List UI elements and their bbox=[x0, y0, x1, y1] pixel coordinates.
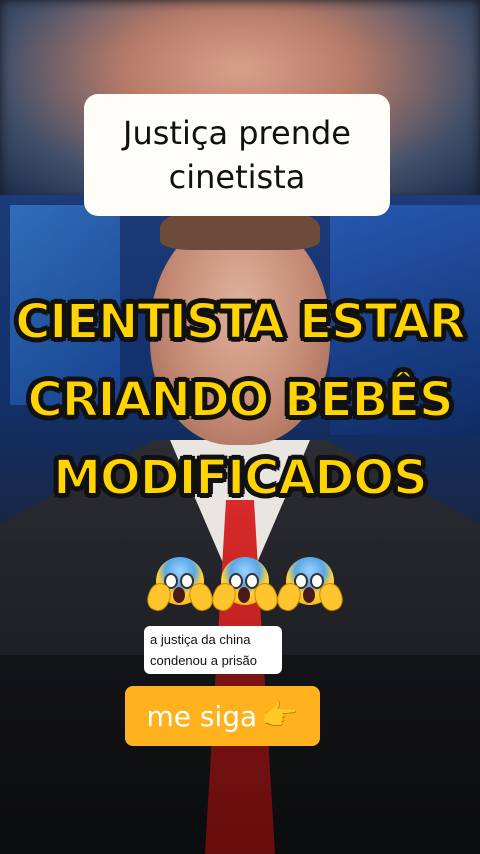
headline-text: CIENTISTA ESTAR CRIANDO BEBÊS MODIFICADO… bbox=[0, 283, 480, 517]
headline-line-2: CRIANDO BEBÊS bbox=[26, 371, 454, 429]
caption-line-2: condenou a prisão bbox=[150, 653, 257, 668]
caption-line-1: a justiça da china bbox=[150, 632, 251, 647]
headline-line-1: CIENTISTA ESTAR bbox=[14, 293, 467, 351]
emoji-row bbox=[143, 555, 347, 615]
face-screaming-in-fear-icon bbox=[143, 555, 217, 615]
title-text: Justiça prende cinetista bbox=[123, 114, 351, 196]
shade-band bbox=[0, 655, 480, 854]
face-screaming-in-fear-icon bbox=[208, 555, 282, 615]
pointing-right-hand-icon: 👉 bbox=[261, 699, 299, 732]
follow-me-button[interactable]: me siga 👉 bbox=[125, 686, 320, 746]
follow-me-label: me siga bbox=[146, 699, 258, 733]
face-screaming-in-fear-icon bbox=[273, 555, 347, 615]
title-sticker: Justiça prende cinetista bbox=[84, 94, 390, 216]
caption-box: a justiça da china condenou a prisão bbox=[144, 626, 282, 674]
headline-line-3: MODIFICADOS bbox=[52, 449, 429, 507]
